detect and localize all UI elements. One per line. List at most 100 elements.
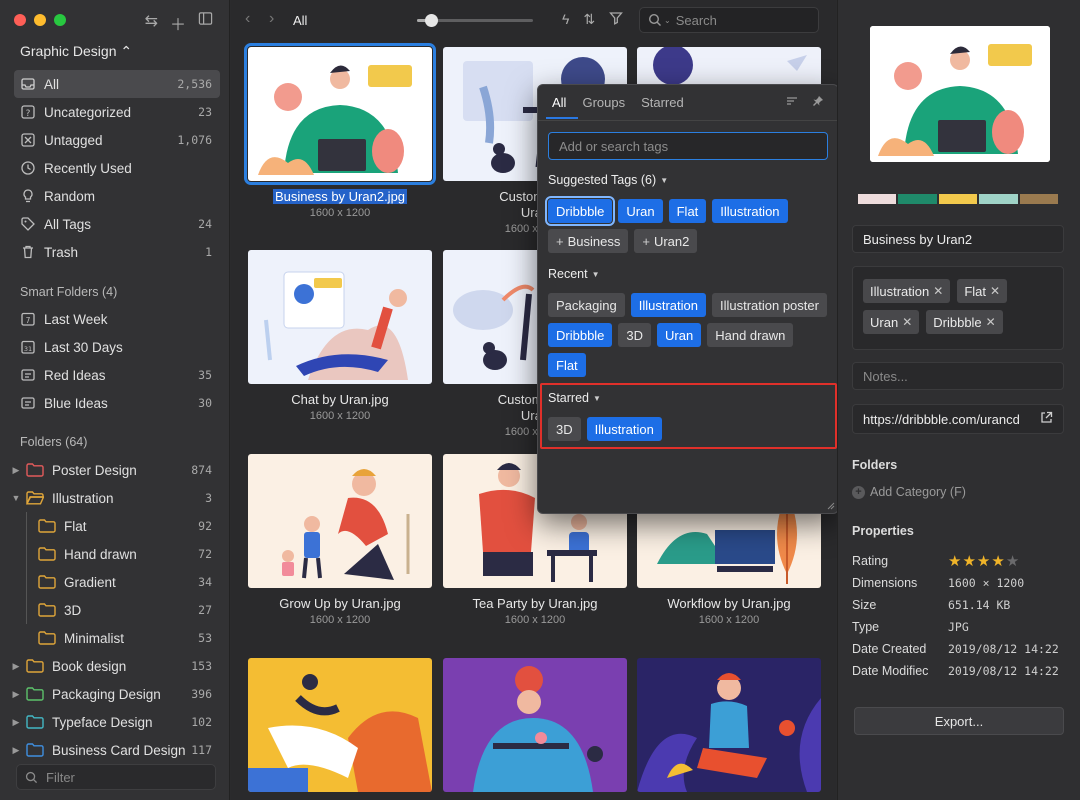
asset-card[interactable] (248, 658, 432, 792)
thumbnail-size-slider[interactable] (417, 14, 533, 27)
sidebar-item-recently-used[interactable]: Recently Used (14, 154, 220, 182)
folder-packaging-design[interactable]: ▶ Packaging Design 396 (13, 680, 220, 708)
tag-chip-illustration-poster[interactable]: Illustration poster (711, 293, 827, 317)
tag-chip-uran[interactable]: Uran (618, 199, 663, 223)
tag-chip-dribbble[interactable]: Dribbble (548, 323, 613, 347)
recent-tags-heading[interactable]: Recent ▼ (548, 267, 600, 281)
folder-3d[interactable]: 3D 27 (14, 596, 220, 624)
folder-business-card-design[interactable]: ▶ Business Card Design 117 (13, 736, 220, 764)
smart-folder-red-ideas[interactable]: Red Ideas 35 (14, 361, 220, 389)
library-switcher[interactable]: Graphic Design ⌃ (20, 43, 132, 60)
remove-tag-icon[interactable]: ✕ (902, 315, 912, 329)
sort-lines-icon[interactable] (786, 95, 798, 110)
palette-swatch[interactable] (979, 194, 1018, 204)
folder-illustration[interactable]: ▼ Illustration 3 (12, 484, 220, 512)
tag-chip-flat[interactable]: Flat (668, 199, 707, 223)
tag-chip-dribbble[interactable]: Dribbble (544, 196, 616, 226)
tab-starred[interactable]: Starred (641, 95, 684, 110)
star-icon[interactable]: ★ (1006, 552, 1019, 570)
disclosure-right-icon[interactable]: ▶ (10, 661, 22, 672)
tag-chip-3d[interactable]: 3D (618, 323, 652, 347)
back-icon[interactable]: ‹ (245, 10, 250, 28)
star-icon[interactable]: ★ (948, 552, 961, 570)
external-link-icon[interactable] (1040, 411, 1053, 427)
source-url-field[interactable]: https://dribbble.com/urancd (852, 404, 1064, 434)
asset-tag[interactable]: Uran ✕ (863, 310, 920, 334)
folder-flat[interactable]: Flat 92 (14, 512, 220, 540)
asset-card[interactable]: Business by Uran2.jpg 1600 x 1200 (244, 43, 436, 219)
export-button[interactable]: Export... (854, 707, 1064, 735)
palette-swatch[interactable] (938, 194, 978, 204)
add-icon[interactable]: ＋ (170, 11, 186, 35)
remove-tag-icon[interactable]: ✕ (990, 284, 1000, 298)
minimize-window-button[interactable] (34, 14, 46, 26)
disclosure-down-icon[interactable]: ▼ (10, 493, 22, 503)
asset-card[interactable]: Grow Up by Uran.jpg 1600 x 1200 (248, 454, 432, 626)
folder-minimalist[interactable]: Minimalist 53 (14, 624, 220, 652)
asset-card[interactable] (637, 658, 821, 792)
asset-tag[interactable]: Flat ✕ (957, 279, 1008, 303)
sidebar-toggle-icon[interactable] (198, 11, 213, 35)
star-icon[interactable]: ★ (962, 552, 975, 570)
sidebar-item-all[interactable]: All 2,536 (14, 70, 220, 98)
tag-chip-illustration[interactable]: Illustration (586, 417, 662, 441)
rating-stars[interactable]: ★ ★ ★ ★ ★ (948, 552, 1019, 570)
palette-swatch[interactable] (858, 194, 897, 204)
folder-book-design[interactable]: ▶ Book design 153 (13, 652, 220, 680)
sidebar-item-random[interactable]: Random (14, 182, 220, 210)
folder-filter-input[interactable]: Filter (16, 764, 216, 790)
bolt-icon[interactable]: ϟ (562, 11, 569, 28)
palette-swatch[interactable] (898, 194, 937, 204)
pin-icon[interactable] (812, 95, 824, 110)
resize-grip-icon[interactable] (825, 500, 835, 510)
asset-tag[interactable]: Illustration ✕ (863, 279, 951, 303)
sidebar-item-untagged[interactable]: Untagged 1,076 (14, 126, 220, 154)
disclosure-right-icon[interactable]: ▶ (10, 465, 22, 476)
suggested-tags-heading[interactable]: Suggested Tags (6) ▼ (548, 173, 668, 187)
disclosure-right-icon[interactable]: ▶ (10, 745, 22, 756)
smart-folder-blue-ideas[interactable]: Blue Ideas 30 (14, 389, 220, 417)
disclosure-right-icon[interactable]: ▶ (10, 689, 22, 700)
sidebar-item-uncategorized[interactable]: ? Uncategorized 23 (14, 98, 220, 126)
filter-funnel-icon[interactable] (609, 11, 624, 28)
slider-knob[interactable] (424, 14, 438, 27)
zoom-window-button[interactable] (54, 14, 66, 26)
close-window-button[interactable] (14, 14, 26, 26)
tab-groups[interactable]: Groups (582, 95, 625, 110)
tag-chip-illustration[interactable]: Illustration (712, 199, 788, 223)
tag-chip-uran[interactable]: Uran (657, 323, 702, 347)
star-icon[interactable]: ★ (991, 552, 1004, 570)
starred-tags-heading[interactable]: Starred ▼ (548, 391, 601, 405)
tag-chip-add-business[interactable]: + Business (548, 229, 629, 253)
smart-folder-last-30-days[interactable]: 31 Last 30 Days (14, 333, 220, 361)
remove-tag-icon[interactable]: ✕ (986, 315, 996, 329)
sort-icon[interactable]: ⇅ (583, 11, 595, 28)
palette-swatch[interactable] (1019, 194, 1059, 204)
forward-icon[interactable]: › (269, 10, 274, 28)
tag-chip-3d[interactable]: 3D (548, 417, 581, 441)
star-icon[interactable]: ★ (977, 552, 990, 570)
disclosure-right-icon[interactable]: ▶ (10, 717, 22, 728)
asset-card[interactable]: Chat by Uran.jpg 1600 x 1200 (248, 250, 432, 422)
asset-tags-field[interactable]: Illustration ✕ Flat ✕ Uran ✕ Dribbble ✕ (852, 266, 1064, 350)
tag-chip-add-uran2[interactable]: + Uran2 (634, 229, 698, 253)
add-category-button[interactable]: + Add Category (F) (852, 485, 966, 499)
asset-card[interactable] (443, 658, 627, 792)
sidebar-item-all-tags[interactable]: All Tags 24 (14, 210, 220, 238)
sidebar-item-trash[interactable]: Trash 1 (14, 238, 220, 266)
smart-folder-last-week[interactable]: 7 Last Week (14, 305, 220, 333)
tag-chip-flat[interactable]: Flat (548, 353, 586, 377)
folder-gradient[interactable]: Gradient 34 (14, 568, 220, 596)
tag-chip-hand-drawn[interactable]: Hand drawn (707, 323, 794, 347)
tag-chip-packaging[interactable]: Packaging (548, 293, 625, 317)
swap-icon[interactable]: ⇆ (145, 11, 158, 35)
remove-tag-icon[interactable]: ✕ (933, 284, 943, 298)
folder-typeface-design[interactable]: ▶ Typeface Design 102 (13, 708, 220, 736)
tab-all[interactable]: All (552, 95, 566, 110)
search-input[interactable]: ⌄ Search (639, 7, 819, 33)
tag-chip-illustration[interactable]: Illustration (630, 293, 706, 317)
tag-search-input[interactable]: Add or search tags (548, 132, 828, 160)
asset-title-field[interactable]: Business by Uran2 (852, 225, 1064, 253)
notes-field[interactable]: Notes... (852, 362, 1064, 390)
asset-tag[interactable]: Dribbble ✕ (926, 310, 1003, 334)
